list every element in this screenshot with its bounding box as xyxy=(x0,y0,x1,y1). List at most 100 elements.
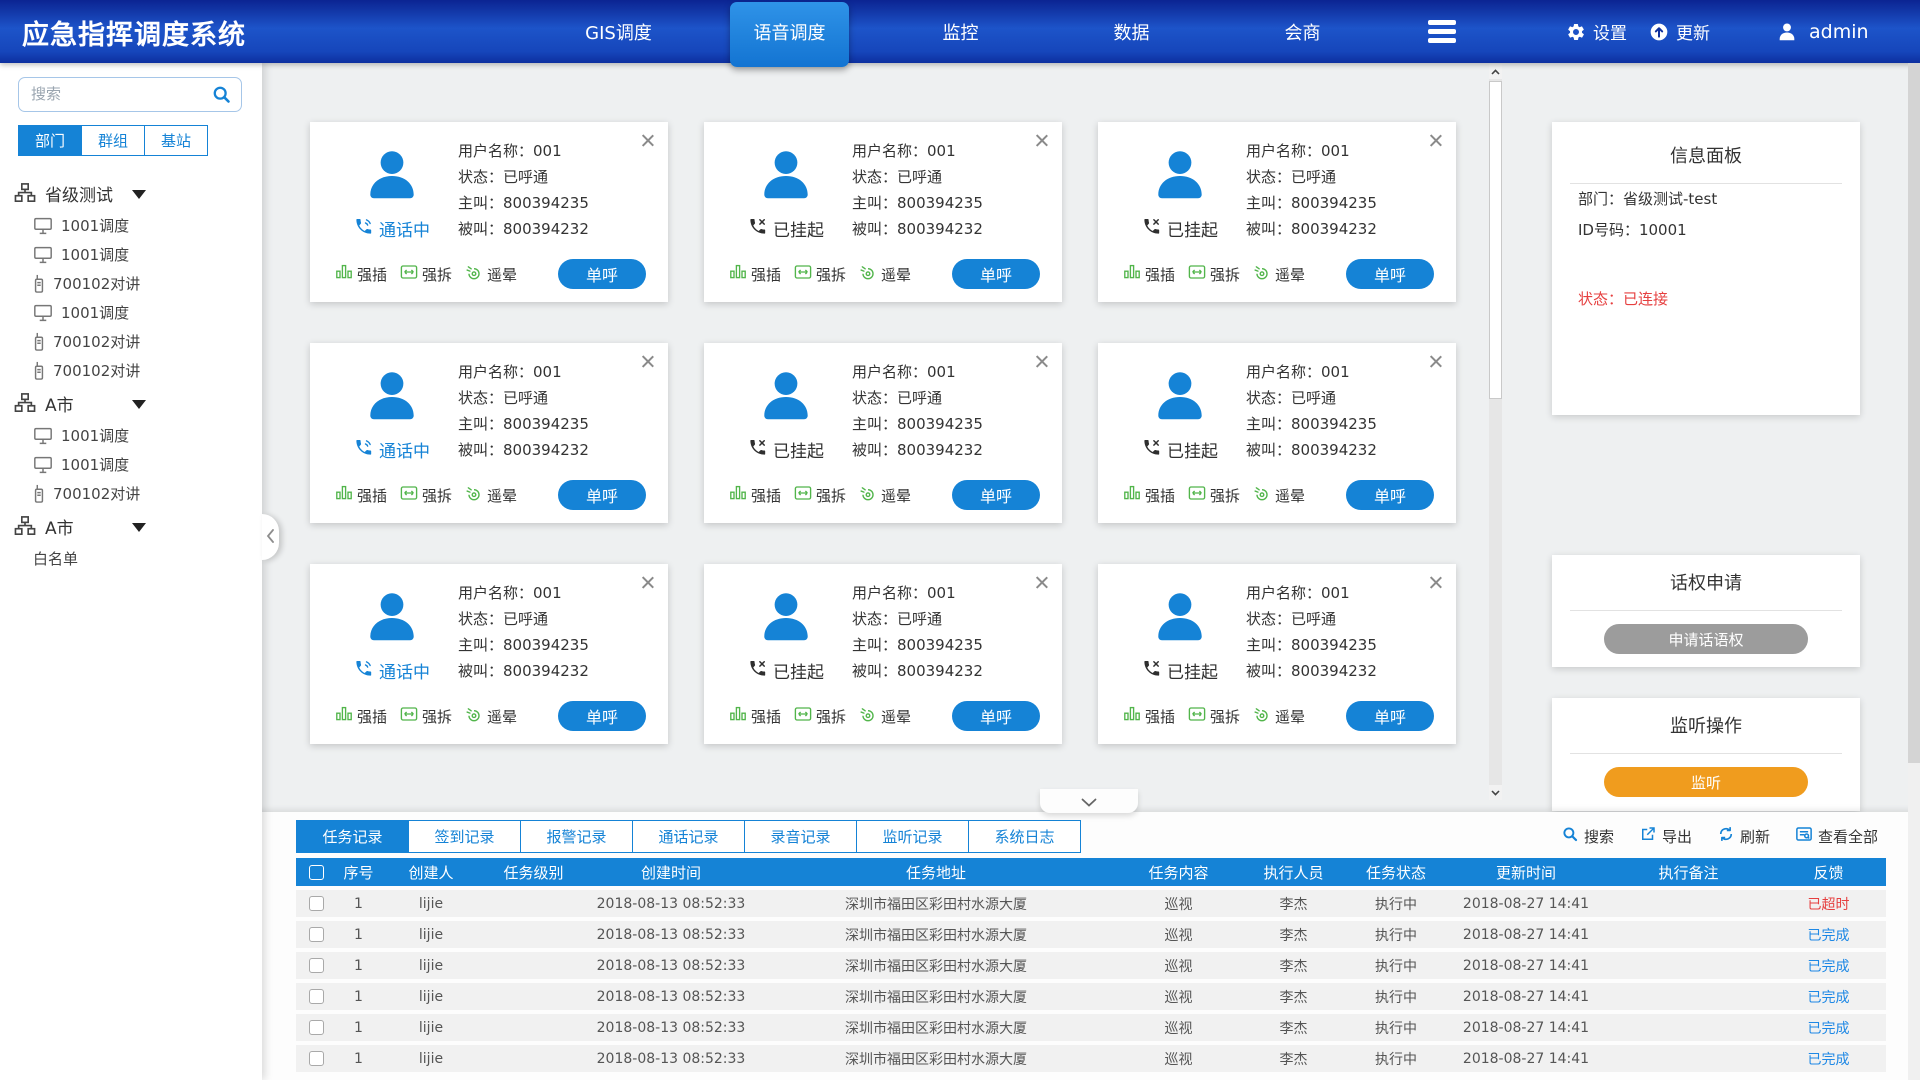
insert-button[interactable]: 强插 xyxy=(729,485,781,506)
single-call-button[interactable]: 单呼 xyxy=(558,259,646,289)
tree-item[interactable]: 700102对讲 xyxy=(0,356,256,385)
teardown-button[interactable]: 强拆 xyxy=(1188,706,1240,727)
toolbar-导出[interactable]: 导出 xyxy=(1639,825,1692,847)
cell-feedback[interactable]: 已完成 xyxy=(1771,925,1886,945)
single-call-button[interactable]: 单呼 xyxy=(952,701,1040,731)
single-call-button[interactable]: 单呼 xyxy=(1346,480,1434,510)
row-checkbox[interactable] xyxy=(309,1020,324,1035)
hamburger-menu-icon[interactable] xyxy=(1428,20,1456,44)
tree-item[interactable]: 1001调度 xyxy=(0,298,256,327)
insert-button[interactable]: 强插 xyxy=(335,706,387,727)
tree-item[interactable]: 700102对讲 xyxy=(0,327,256,356)
tree-item[interactable]: 1001调度 xyxy=(0,450,256,479)
nav-item-0[interactable]: GIS调度 xyxy=(533,0,704,63)
record-tab-5[interactable]: 监听记录 xyxy=(856,820,969,853)
teardown-button[interactable]: 强拆 xyxy=(1188,485,1240,506)
insert-button[interactable]: 强插 xyxy=(335,485,387,506)
row-checkbox[interactable] xyxy=(309,927,324,942)
record-tab-2[interactable]: 报警记录 xyxy=(520,820,633,853)
close-icon[interactable] xyxy=(640,575,655,590)
insert-button[interactable]: 强插 xyxy=(335,264,387,285)
stun-button[interactable]: 遥晕 xyxy=(1253,485,1305,506)
apply-talk-right-button[interactable]: 申请话语权 xyxy=(1604,624,1808,654)
cell-feedback[interactable]: 已超时 xyxy=(1771,894,1886,914)
tree-parent-item[interactable]: 省级测试 xyxy=(0,175,256,211)
teardown-button[interactable]: 强拆 xyxy=(400,706,452,727)
stun-button[interactable]: 遥晕 xyxy=(465,706,517,727)
cell-feedback[interactable]: 已完成 xyxy=(1771,956,1886,976)
sidebar-tab-2[interactable]: 基站 xyxy=(144,125,208,156)
nav-item-4[interactable]: 会商 xyxy=(1217,0,1388,63)
tree-parent-item[interactable]: A市 xyxy=(0,385,256,421)
insert-button[interactable]: 强插 xyxy=(729,706,781,727)
row-checkbox[interactable] xyxy=(309,958,324,973)
stun-button[interactable]: 遥晕 xyxy=(1253,264,1305,285)
insert-button[interactable]: 强插 xyxy=(1123,485,1175,506)
nav-item-3[interactable]: 数据 xyxy=(1046,0,1217,63)
stun-button[interactable]: 遥晕 xyxy=(859,485,911,506)
record-tab-0[interactable]: 任务记录 xyxy=(296,820,409,853)
record-tab-6[interactable]: 系统日志 xyxy=(968,820,1081,853)
close-icon[interactable] xyxy=(640,133,655,148)
caret-down-icon[interactable] xyxy=(132,190,146,199)
sidebar-tab-1[interactable]: 群组 xyxy=(81,125,145,156)
teardown-button[interactable]: 强拆 xyxy=(794,706,846,727)
single-call-button[interactable]: 单呼 xyxy=(952,480,1040,510)
bottom-panel-expand-handle[interactable] xyxy=(1040,789,1138,813)
nav-item-2[interactable]: 监控 xyxy=(875,0,1046,63)
tree-item[interactable]: 700102对讲 xyxy=(0,479,256,508)
toolbar-搜索[interactable]: 搜索 xyxy=(1561,825,1614,847)
record-tab-1[interactable]: 签到记录 xyxy=(408,820,521,853)
user-menu[interactable]: admin xyxy=(1776,0,1869,63)
cell-feedback[interactable]: 已完成 xyxy=(1771,1049,1886,1069)
single-call-button[interactable]: 单呼 xyxy=(558,480,646,510)
close-icon[interactable] xyxy=(1034,575,1049,590)
single-call-button[interactable]: 单呼 xyxy=(1346,701,1434,731)
stun-button[interactable]: 遥晕 xyxy=(465,485,517,506)
row-checkbox[interactable] xyxy=(309,989,324,1004)
caret-down-icon[interactable] xyxy=(132,400,146,409)
scroll-up-arrow-icon[interactable] xyxy=(1489,64,1502,79)
tree-item[interactable]: 1001调度 xyxy=(0,211,256,240)
nav-item-1[interactable]: 语音调度 xyxy=(704,0,875,63)
stun-button[interactable]: 遥晕 xyxy=(859,264,911,285)
close-icon[interactable] xyxy=(1034,133,1049,148)
scroll-down-arrow-icon[interactable] xyxy=(1489,785,1502,800)
close-icon[interactable] xyxy=(1428,133,1443,148)
teardown-button[interactable]: 强拆 xyxy=(794,485,846,506)
select-all-checkbox[interactable] xyxy=(309,865,324,880)
page-scrollbar-thumb[interactable] xyxy=(1908,63,1920,763)
close-icon[interactable] xyxy=(1428,354,1443,369)
single-call-button[interactable]: 单呼 xyxy=(1346,259,1434,289)
row-checkbox[interactable] xyxy=(309,1051,324,1066)
record-tab-3[interactable]: 通话记录 xyxy=(632,820,745,853)
single-call-button[interactable]: 单呼 xyxy=(558,701,646,731)
tree-item[interactable]: 1001调度 xyxy=(0,240,256,269)
teardown-button[interactable]: 强拆 xyxy=(794,264,846,285)
teardown-button[interactable]: 强拆 xyxy=(1188,264,1240,285)
tree-item[interactable]: 700102对讲 xyxy=(0,269,256,298)
insert-button[interactable]: 强插 xyxy=(1123,264,1175,285)
stun-button[interactable]: 遥晕 xyxy=(465,264,517,285)
close-icon[interactable] xyxy=(1034,354,1049,369)
search-icon[interactable] xyxy=(211,84,232,109)
update-button[interactable]: 更新 xyxy=(1649,0,1710,63)
tree-item[interactable]: 白名单 xyxy=(0,544,256,573)
record-tab-4[interactable]: 录音记录 xyxy=(744,820,857,853)
insert-button[interactable]: 强插 xyxy=(729,264,781,285)
cell-feedback[interactable]: 已完成 xyxy=(1771,1018,1886,1038)
stun-button[interactable]: 遥晕 xyxy=(859,706,911,727)
toolbar-刷新[interactable]: 刷新 xyxy=(1717,825,1770,847)
settings-button[interactable]: 设置 xyxy=(1566,0,1627,63)
monitor-button[interactable]: 监听 xyxy=(1604,767,1808,797)
sidebar-collapse-handle[interactable] xyxy=(262,514,279,560)
row-checkbox[interactable] xyxy=(309,896,324,911)
tree-item[interactable]: 1001调度 xyxy=(0,421,256,450)
insert-button[interactable]: 强插 xyxy=(1123,706,1175,727)
caret-down-icon[interactable] xyxy=(132,523,146,532)
tree-parent-item[interactable]: A市 xyxy=(0,508,256,544)
cell-feedback[interactable]: 已完成 xyxy=(1771,987,1886,1007)
close-icon[interactable] xyxy=(640,354,655,369)
single-call-button[interactable]: 单呼 xyxy=(952,259,1040,289)
cards-scrollbar-thumb[interactable] xyxy=(1489,81,1502,399)
